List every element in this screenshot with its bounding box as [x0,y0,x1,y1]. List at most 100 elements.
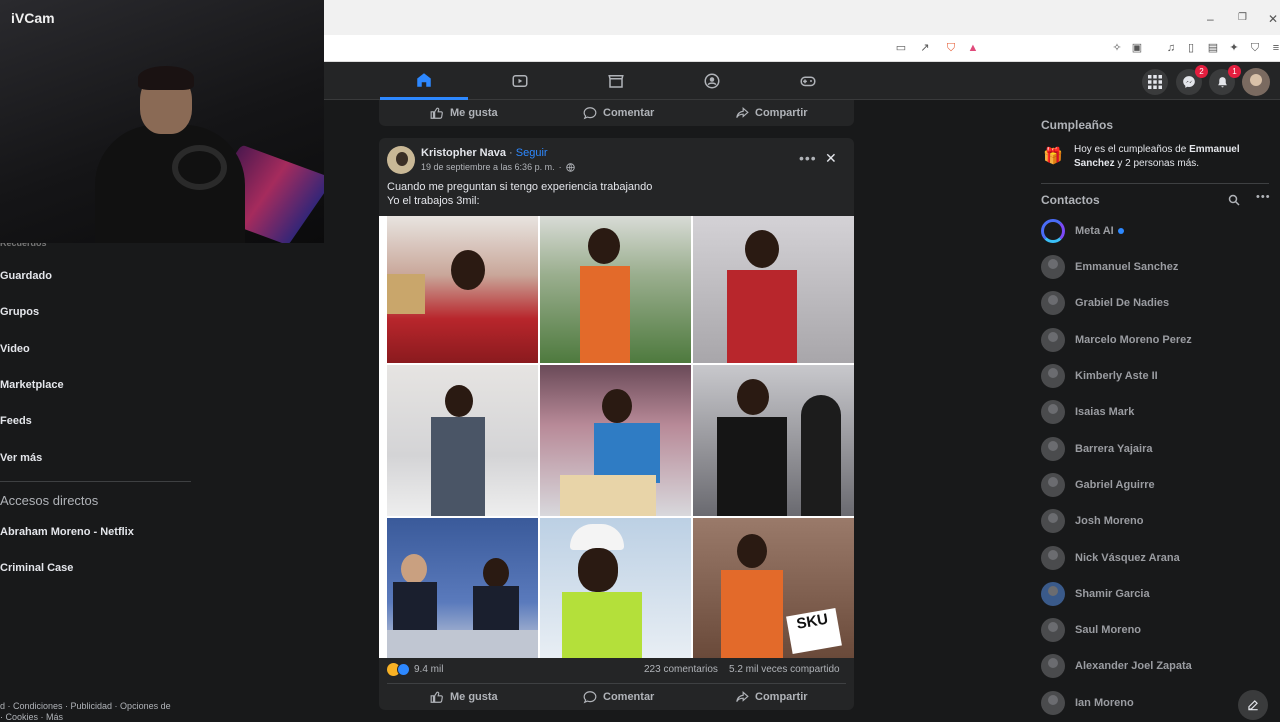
photo-mechanic [387,365,538,516]
contact-item[interactable]: Kimberly Aste II [1041,363,1158,389]
tab-search-icon[interactable]: ▣ [1130,41,1144,55]
contact-item[interactable]: Saul Moreno [1041,617,1141,643]
messenger-icon [1183,76,1195,88]
second-person [801,395,841,516]
brave-rewards-icon[interactable]: ▲ [966,41,980,55]
apps-menu-button[interactable] [1142,69,1168,95]
more-options-icon[interactable]: ••• [799,150,817,166]
menu-icon[interactable]: ≡ [1269,41,1280,55]
share-button[interactable]: Compartir [735,690,808,704]
comment-button[interactable]: Comentar [583,690,654,704]
groups-icon [704,73,720,89]
contact-avatar [1041,546,1065,570]
wallet-icon[interactable]: ▤ [1206,41,1220,55]
contact-name: Josh Moreno [1075,515,1144,527]
contact-item[interactable]: Nick Vásquez Arana [1041,545,1180,571]
share-icon[interactable]: ↗ [918,41,932,55]
footer-links-line1[interactable]: d · Condiciones · Publicidad · Opciones … [0,701,171,711]
profile-avatar[interactable] [1242,68,1270,96]
apron [721,570,783,658]
like-button[interactable]: Me gusta [430,106,498,120]
contact-name: Saul Moreno [1075,624,1142,636]
new-message-button[interactable] [1238,690,1268,720]
contact-item[interactable]: Emmanuel Sanchez [1041,254,1178,280]
contact-item[interactable]: Marcelo Moreno Perez [1041,327,1192,353]
contact-name: Emmanuel Sanchez [1075,261,1179,273]
face [401,554,427,584]
contact-name: Gabriel Aguirre [1075,479,1155,491]
birthdays-header: Cumpleaños [1041,118,1114,132]
close-post-icon[interactable]: ✕ [825,150,837,167]
contact-meta-ai[interactable]: Meta AI [1041,218,1124,244]
contact-item[interactable]: Grabiel De Nadies [1041,290,1169,316]
thumbs-up-icon [430,691,443,703]
sidebar-item-guardado[interactable]: Guardado [0,270,52,282]
video-icon [512,75,528,87]
like-label: Me gusta [450,107,498,119]
shares-count[interactable]: 5.2 mil veces compartido [729,664,840,675]
leo-icon[interactable]: ✦ [1227,41,1241,55]
tab-marketplace[interactable] [572,62,660,100]
author-avatar[interactable] [387,146,415,174]
author-name[interactable]: Kristopher Nava [421,147,506,159]
sidebar-item-grupos[interactable]: Grupos [0,306,39,318]
right-divider [1041,183,1269,184]
shortcut-abraham-netflix[interactable]: Abraham Moreno - Netflix [0,526,134,538]
face [737,534,767,568]
tab-home[interactable] [380,62,468,100]
messenger-button[interactable]: 2 [1176,65,1208,95]
birthday-text[interactable]: Hoy es el cumpleaños de Emmanuel Sanchez… [1074,143,1264,171]
sidebar-item-feeds[interactable]: Feeds [0,415,32,427]
search-icon [1228,194,1240,206]
search-contacts-icon[interactable] [1228,193,1240,211]
comment-button[interactable]: Comentar [583,106,654,120]
sidebar-item-ver-mas[interactable]: Ver más [0,452,42,464]
post-divider [387,683,846,684]
notifications-button[interactable]: 1 [1209,65,1241,95]
contact-item[interactable]: Isaias Mark [1041,399,1134,425]
contact-avatar [1041,255,1065,279]
sidebar-item-marketplace[interactable]: Marketplace [0,379,64,391]
post-text-line2: Yo el trabajos 3mil: [387,195,480,207]
minimize-button[interactable]: – [1207,12,1214,26]
cast-icon[interactable]: ▭ [894,41,908,55]
gaming-icon [800,76,816,87]
contact-item[interactable]: Josh Moreno [1041,508,1143,534]
person-body [95,125,245,243]
browser-address-bar[interactable]: ▭ ↗ ⛉ ▲ ✧ ▣ ♫ ▯ ▤ ✦ ⛉ ≡ [324,35,1280,62]
footer-links-line2[interactable]: · Cookies · Más [0,712,63,722]
shirt [594,423,660,483]
tab-video[interactable] [476,62,564,100]
sidebar-item-video[interactable]: Video [0,343,30,355]
contact-item[interactable]: Shamir Garcia [1041,581,1150,607]
post-date[interactable]: 19 de septiembre a las 6:36 p. m. [421,162,555,172]
media-icon[interactable]: ♫ [1164,41,1178,55]
avatar-silhouette [396,152,408,166]
extensions-icon[interactable]: ✧ [1110,41,1124,55]
sidebar-icon[interactable]: ▯ [1184,41,1198,55]
bell-icon [1217,76,1227,87]
face [737,379,769,415]
contacts-more-icon[interactable]: ••• [1256,191,1271,203]
contact-name: Kimberly Aste II [1075,370,1158,382]
share-arrow-icon [736,691,749,702]
post-text-line1: Cuando me preguntan si tengo experiencia… [387,181,653,193]
contact-item[interactable]: Barrera Yajaira [1041,436,1152,462]
tab-groups[interactable] [668,62,756,100]
contact-item[interactable]: Gabriel Aguirre [1041,472,1155,498]
brave-shield-icon[interactable]: ⛉ [944,41,958,55]
restore-button[interactable]: ❐ [1238,12,1247,23]
comments-count[interactable]: 223 comentarios [644,664,718,675]
vpn-icon[interactable]: ⛉ [1248,41,1262,55]
close-window-button[interactable]: ✕ [1268,12,1278,26]
follow-link[interactable]: Seguir [516,147,548,159]
like-button[interactable]: Me gusta [430,690,498,704]
contact-item[interactable]: Alexander Joel Zapata [1041,653,1192,679]
share-button[interactable]: Compartir [735,106,808,120]
tab-gaming[interactable] [764,62,852,100]
comment-label: Comentar [603,691,655,703]
post-image[interactable]: SKU [379,216,854,658]
reactions-summary[interactable]: 9.4 mil [387,663,443,676]
contact-item[interactable]: Ian Moreno [1041,690,1134,716]
shortcut-criminal-case[interactable]: Criminal Case [0,562,73,574]
